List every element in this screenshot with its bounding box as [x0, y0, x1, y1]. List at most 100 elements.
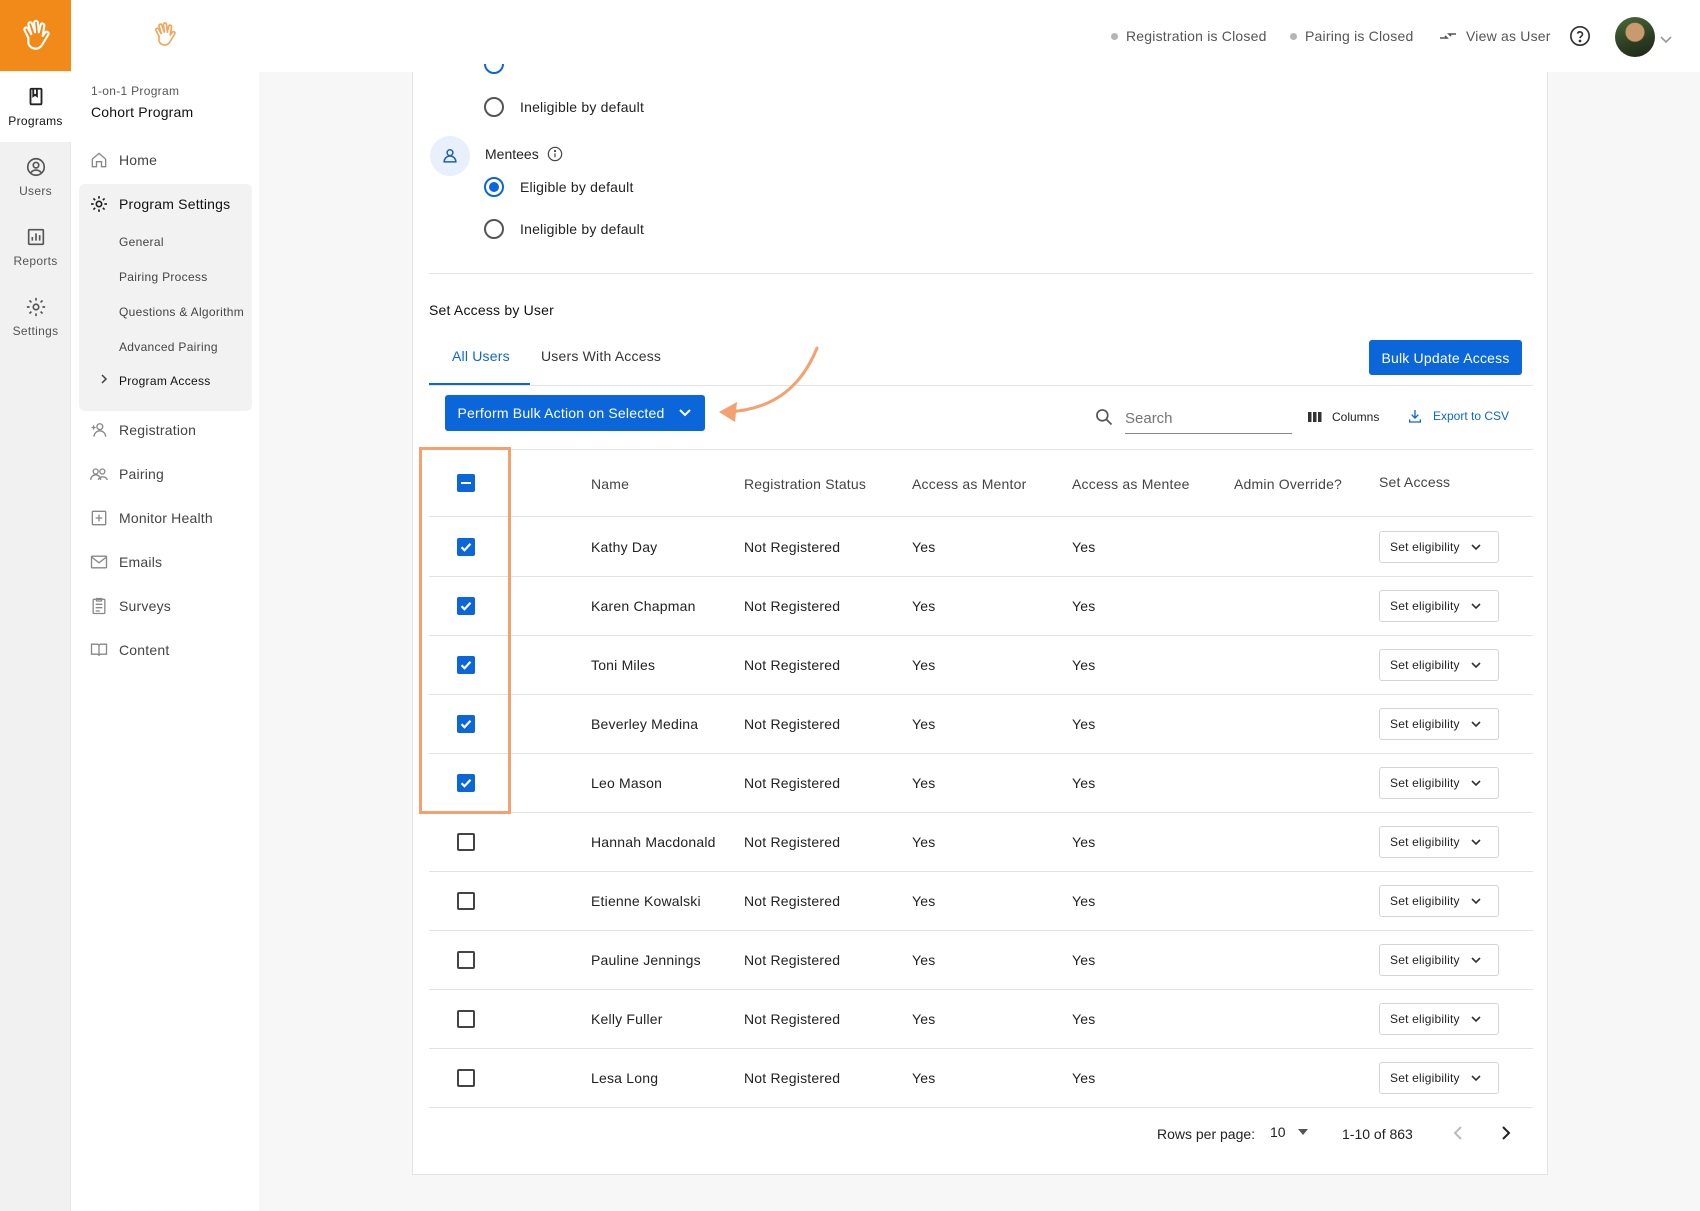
mentors-eligible-radio-partial[interactable]	[484, 64, 504, 74]
set-eligibility-dropdown[interactable]: Set eligibility	[1379, 884, 1499, 917]
status-dot-icon	[1290, 32, 1297, 40]
nav-sub-general[interactable]: General	[119, 235, 164, 249]
chevron-down-icon	[1471, 720, 1481, 727]
set-eligibility-dropdown[interactable]: Set eligibility	[1379, 1061, 1499, 1094]
bulk-action-label: Perform Bulk Action on Selected	[457, 405, 665, 421]
mentees-ineligible-radio[interactable]	[484, 219, 504, 239]
caret-down-icon	[1297, 1129, 1308, 1135]
swap-arrows-icon	[1440, 33, 1456, 39]
mentors-ineligible-radio[interactable]	[484, 97, 504, 117]
cell-name: Kelly Fuller	[591, 1010, 663, 1027]
chevron-down-icon	[1471, 897, 1481, 904]
rows-per-page-select[interactable]: 10	[1270, 1124, 1308, 1140]
nav-item-pairing[interactable]: Pairing	[81, 457, 251, 491]
column-header-registration-status[interactable]: Registration Status	[744, 476, 866, 492]
chart-icon	[27, 228, 44, 246]
chevron-down-icon[interactable]	[1659, 31, 1673, 49]
mentees-heading: Mentees	[485, 146, 563, 162]
app-logo[interactable]	[0, 0, 71, 71]
set-eligibility-dropdown[interactable]: Set eligibility	[1379, 589, 1499, 622]
column-header-name[interactable]: Name	[591, 476, 629, 492]
nav-sub-questions-algorithm[interactable]: Questions & Algorithm	[119, 305, 244, 319]
set-eligibility-dropdown[interactable]: Set eligibility	[1379, 943, 1499, 976]
nav-item-emails[interactable]: Emails	[81, 545, 251, 579]
column-header-access-mentee[interactable]: Access as Mentee	[1072, 476, 1190, 492]
open-book-icon	[90, 643, 108, 656]
next-page-button[interactable]	[1500, 1125, 1512, 1146]
rail-item-reports[interactable]: Reports	[0, 212, 71, 282]
rail-item-settings[interactable]: Settings	[0, 282, 71, 352]
export-csv-label: Export to CSV	[1433, 409, 1510, 423]
registration-status-text: Registration is Closed	[1126, 28, 1267, 44]
avatar[interactable]	[1615, 17, 1655, 57]
row-checkbox[interactable]	[457, 891, 475, 910]
columns-button[interactable]: Columns	[1308, 410, 1379, 424]
columns-label: Columns	[1332, 410, 1380, 424]
nav-label-surveys: Surveys	[119, 598, 171, 614]
nav-item-program-settings[interactable]: Program Settings	[81, 187, 251, 221]
nav-sub-pairing-process[interactable]: Pairing Process	[119, 270, 208, 284]
user-circle-icon	[26, 157, 45, 177]
cell-access-mentor: Yes	[912, 951, 936, 968]
annotation-arrow-icon	[719, 346, 819, 422]
chevron-down-icon	[1471, 602, 1481, 609]
prev-page-button[interactable]	[1452, 1125, 1464, 1146]
search-input[interactable]	[1125, 404, 1292, 434]
set-eligibility-dropdown[interactable]: Set eligibility	[1379, 707, 1499, 740]
pairing-status: Pairing is Closed	[1290, 28, 1413, 44]
program-type: 1-on-1 Program	[91, 84, 180, 98]
row-checkbox[interactable]	[457, 1009, 475, 1028]
row-checkbox[interactable]	[457, 1068, 475, 1087]
tab-all-users[interactable]: All Users	[452, 348, 510, 364]
nav-sub-program-access[interactable]: Program Access	[119, 374, 211, 388]
column-header-access-mentor[interactable]: Access as Mentor	[912, 476, 1026, 492]
nav-item-registration[interactable]: Registration	[81, 413, 251, 447]
tab-users-with-access[interactable]: Users With Access	[541, 348, 661, 364]
set-eligibility-dropdown[interactable]: Set eligibility	[1379, 530, 1499, 563]
rail-label-reports: Reports	[13, 254, 58, 268]
nav-item-content[interactable]: Content	[81, 633, 251, 667]
export-csv-button[interactable]: Export to CSV	[1407, 408, 1509, 424]
chevron-down-icon	[1471, 661, 1481, 668]
nav-item-home[interactable]: Home	[81, 143, 251, 177]
help-icon[interactable]	[1569, 25, 1591, 52]
bulk-action-dropdown-button[interactable]: Perform Bulk Action on Selected	[445, 395, 705, 431]
nav-label-content: Content	[119, 642, 170, 658]
rail-item-users[interactable]: Users	[0, 142, 71, 212]
row-checkbox[interactable]	[457, 950, 475, 969]
person-icon	[443, 149, 457, 163]
chevron-down-icon	[1471, 1015, 1481, 1022]
cell-access-mentee: Yes	[1072, 1010, 1096, 1027]
nav-item-monitor-health[interactable]: Monitor Health	[81, 501, 251, 535]
chevron-down-icon	[1471, 779, 1481, 786]
mentees-title: Mentees	[485, 146, 539, 162]
nav-item-surveys[interactable]: Surveys	[81, 589, 251, 623]
search-icon	[1096, 409, 1113, 426]
set-eligibility-dropdown[interactable]: Set eligibility	[1379, 648, 1499, 681]
nav-label-monitor-health: Monitor Health	[119, 510, 213, 526]
set-eligibility-label: Set eligibility	[1390, 952, 1460, 967]
column-header-admin-override[interactable]: Admin Override?	[1234, 476, 1342, 492]
view-as-user-button[interactable]: View as User	[1438, 28, 1551, 44]
set-eligibility-dropdown[interactable]: Set eligibility	[1379, 1002, 1499, 1035]
bulk-update-access-button[interactable]: Bulk Update Access	[1369, 340, 1522, 375]
rail-item-programs[interactable]: Programs	[0, 72, 71, 142]
row-checkbox[interactable]	[457, 832, 475, 851]
mentees-eligible-radio[interactable]	[484, 177, 504, 197]
table-top-divider	[429, 449, 1533, 450]
set-eligibility-dropdown[interactable]: Set eligibility	[1379, 825, 1499, 858]
nav-label-program-settings: Program Settings	[119, 196, 231, 212]
row-divider	[429, 812, 1533, 813]
download-icon	[1409, 410, 1421, 423]
nav-sub-advanced-pairing[interactable]: Advanced Pairing	[119, 340, 218, 354]
cell-registration-status: Not Registered	[744, 951, 841, 968]
cell-name: Beverley Medina	[591, 715, 699, 732]
left-rail: Programs Users Reports Settings	[0, 0, 71, 1211]
row-divider	[429, 1048, 1533, 1049]
info-icon[interactable]	[547, 146, 563, 162]
section-divider	[429, 273, 1533, 274]
cell-name: Hannah Macdonald	[591, 833, 716, 850]
cell-access-mentor: Yes	[912, 892, 936, 909]
set-eligibility-label: Set eligibility	[1390, 1011, 1460, 1026]
set-eligibility-dropdown[interactable]: Set eligibility	[1379, 766, 1499, 799]
